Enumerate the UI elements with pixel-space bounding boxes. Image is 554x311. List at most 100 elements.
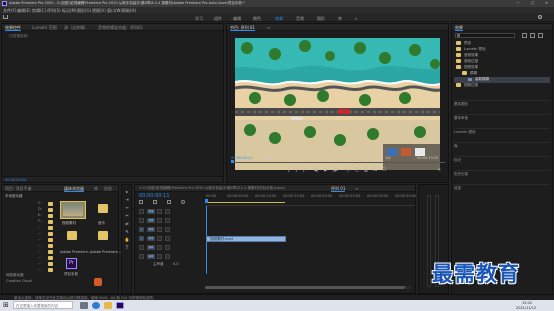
panel-header-lumetri-color[interactable]: Lumetri 颜色: [454, 128, 550, 142]
track-lock-icon[interactable]: [139, 218, 144, 223]
workspace-libraries[interactable]: 库: [338, 16, 342, 22]
tab-project[interactable]: 项目: 项目手册: [5, 186, 32, 191]
track-source-patch[interactable]: [139, 227, 144, 232]
selection-tool-icon[interactable]: ▸: [124, 189, 130, 194]
button-editor-plus[interactable]: +: [437, 168, 441, 173]
track-target[interactable]: V2: [147, 218, 155, 223]
edge-icon[interactable]: [92, 302, 100, 309]
program-fit-dropdown[interactable]: 适合: [265, 156, 272, 161]
timeline-clip[interactable]: 视频素材.mp4: [206, 236, 286, 242]
panel-header-essential-graphics[interactable]: 基本图形: [454, 100, 550, 114]
track-target[interactable]: A3: [147, 254, 155, 259]
linked-selection-icon[interactable]: [153, 200, 157, 204]
master-value[interactable]: 0.0: [173, 262, 179, 266]
tab-audio-clip-mixer[interactable]: 音频剪辑混合器：序列01: [98, 25, 143, 30]
program-resolution-dropdown[interactable]: 1/4: [385, 156, 391, 160]
type-tool-icon[interactable]: T: [124, 245, 130, 250]
lift-button[interactable]: ⎘: [355, 168, 359, 173]
playhead-marker[interactable]: [205, 199, 208, 203]
track-mute-icon[interactable]: [157, 245, 162, 250]
add-marker-icon[interactable]: [167, 200, 171, 204]
premiere-taskbar-icon[interactable]: [116, 302, 124, 309]
track-target[interactable]: V1: [147, 227, 155, 232]
program-scrubber[interactable]: [231, 160, 445, 163]
home-icon[interactable]: [3, 15, 8, 19]
mark-out-button[interactable]: }: [295, 168, 298, 173]
track-mute-icon[interactable]: [157, 236, 162, 241]
minimize-button[interactable]: ─: [517, 1, 519, 5]
clock-date[interactable]: 2021/11/12: [516, 306, 536, 310]
taskbar-search-input[interactable]: 在这里输入你要搜索的内容: [13, 301, 73, 309]
workspace-more[interactable]: »: [355, 16, 357, 21]
panel-header-libraries[interactable]: 库: [454, 142, 550, 156]
task-view-icon[interactable]: [80, 302, 88, 309]
folder-icon[interactable]: [67, 231, 77, 240]
track-sync-icon[interactable]: [157, 227, 162, 232]
workspace-editing[interactable]: 编辑: [233, 16, 241, 22]
tab-sequence-01[interactable]: 序列 01: [331, 186, 346, 192]
tab-source[interactable]: 源（无剪辑）: [64, 25, 88, 30]
track-eye-icon[interactable]: [165, 209, 170, 214]
program-menu-icon[interactable]: ≡: [267, 25, 270, 30]
timeline-menu-icon[interactable]: ≡: [355, 186, 358, 191]
panel-header-markers[interactable]: 标记: [454, 156, 550, 170]
track-sync-icon[interactable]: [157, 209, 162, 214]
track-mute-icon[interactable]: [157, 254, 162, 259]
workspace-assembly[interactable]: 组件: [214, 16, 222, 22]
playhead-marker[interactable]: [231, 160, 234, 163]
mark-in-button[interactable]: {: [287, 168, 290, 173]
track-solo-icon[interactable]: [165, 236, 170, 241]
tree-item[interactable]: Creative Cloud: [4, 279, 56, 285]
close-button[interactable]: ✕: [545, 1, 548, 5]
file-explorer-icon[interactable]: [104, 302, 112, 309]
panel-header-history[interactable]: 历史记录: [454, 170, 550, 184]
search-icon[interactable]: [538, 15, 542, 19]
effects-search-input[interactable]: [455, 33, 515, 38]
settings-icon[interactable]: [181, 200, 185, 204]
track-lock-icon[interactable]: [139, 254, 144, 259]
go-to-out-button[interactable]: →|: [343, 168, 349, 173]
go-to-in-button[interactable]: |←: [303, 168, 309, 173]
new-custom-bin-icon[interactable]: [522, 33, 527, 38]
tab-effect-controls[interactable]: 效果控件: [5, 25, 21, 31]
track-target[interactable]: A2: [147, 245, 155, 250]
play-button[interactable]: ▶: [324, 168, 328, 173]
tab-info[interactable]: 信息: [104, 186, 112, 191]
track-target[interactable]: A1: [147, 236, 155, 241]
media-thumb[interactable]: [60, 201, 86, 219]
snap-icon[interactable]: [139, 200, 143, 204]
razor-tool-icon[interactable]: ✂: [124, 213, 130, 218]
panel-header-essential-sound[interactable]: 基本声音: [454, 114, 550, 128]
step-forward-button[interactable]: |▶: [333, 168, 339, 173]
track-source-patch[interactable]: [139, 236, 144, 241]
step-back-button[interactable]: ◀|: [313, 168, 319, 173]
workspace-effects[interactable]: 效果: [275, 16, 283, 22]
program-timecode-current[interactable]: 00:00:00:11: [231, 156, 252, 160]
accelerated-effects-icon[interactable]: [530, 33, 535, 38]
panel-header-info[interactable]: 信息: [454, 184, 550, 198]
tab-program[interactable]: 节目: 序列 01: [230, 25, 255, 31]
pen-tool-icon[interactable]: ✎: [124, 229, 130, 234]
workspace-color[interactable]: 颜色: [253, 16, 261, 22]
extract-button[interactable]: ⎙: [364, 168, 368, 173]
effects-tree-item[interactable]: 视频过渡: [454, 83, 550, 89]
clock-time[interactable]: 15:02: [522, 301, 532, 305]
track-solo-icon[interactable]: [165, 254, 170, 259]
tab-media-browser[interactable]: 媒体浏览器: [64, 186, 84, 192]
time-ruler[interactable]: 00:00 00:00:05:00 00:00:10:00 00:00:15:0…: [205, 194, 416, 206]
slip-tool-icon[interactable]: ⇄: [124, 221, 130, 226]
workspace-audio[interactable]: 音频: [296, 16, 304, 22]
workspace-learn[interactable]: 学习: [195, 16, 203, 22]
work-area-bar[interactable]: [205, 202, 285, 203]
workspace-graphics[interactable]: 图形: [317, 16, 325, 22]
yuv-effects-icon[interactable]: [538, 33, 543, 38]
export-frame-button[interactable]: ⊡: [373, 168, 377, 173]
track-area[interactable]: 视频素材.mp4: [205, 207, 411, 277]
track-select-tool-icon[interactable]: ⇥: [124, 197, 130, 202]
timeline-timecode[interactable]: 00:00:00:11: [139, 193, 170, 199]
tab-lumetri-scopes[interactable]: Lumetri 范围: [32, 25, 57, 30]
scrollbar-thumb[interactable]: [205, 286, 405, 289]
folder-icon[interactable]: [98, 231, 108, 240]
track-target[interactable]: V3: [147, 209, 155, 214]
tab-effects[interactable]: 效果: [455, 25, 463, 31]
